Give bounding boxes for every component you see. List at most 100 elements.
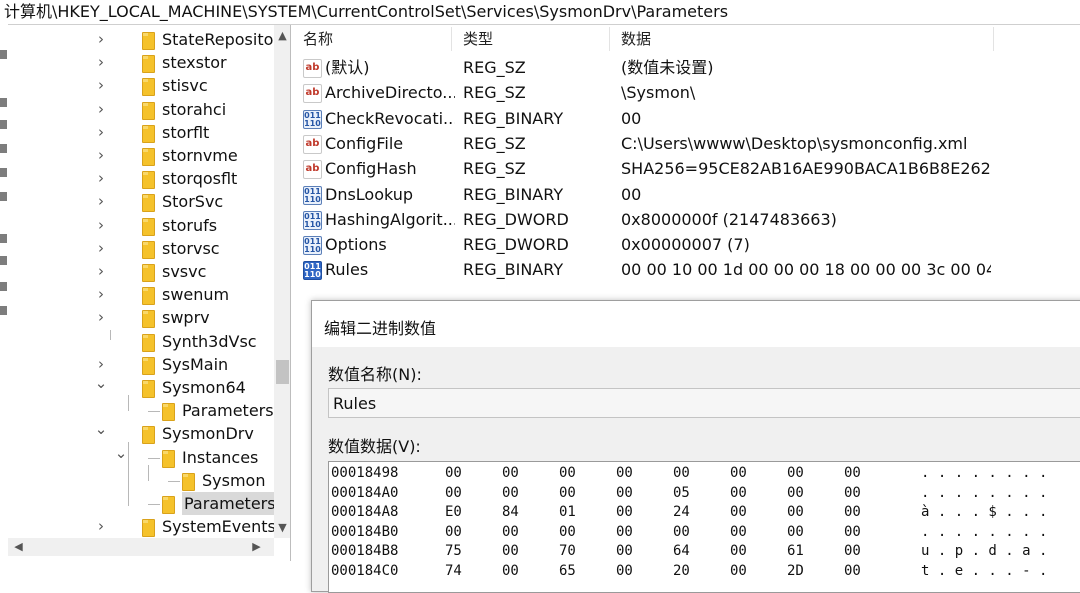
value-row[interactable]: 011 110 Options REG_DWORD 0x00000007 (7)	[293, 232, 1080, 257]
chevron-right-icon[interactable]: ›	[94, 98, 108, 121]
tree-node[interactable]: Parameters	[8, 399, 274, 422]
hex-byte[interactable]: 00	[730, 464, 747, 483]
hex-byte[interactable]: 00	[673, 523, 690, 542]
hex-byte[interactable]: 00	[502, 484, 519, 503]
tree-node[interactable]: › storufs	[8, 214, 274, 237]
tree-node[interactable]: ⌄ Instances	[8, 444, 274, 469]
hex-byte[interactable]: 00	[787, 503, 804, 522]
tree-horizontal-scrollbar[interactable]: ◀ ▶	[8, 538, 274, 556]
hex-byte[interactable]: 00	[730, 542, 747, 561]
value-row[interactable]: ab ConfigHash REG_SZ SHA256=95CE82AB16AE990…	[293, 156, 1080, 181]
hex-byte[interactable]: 84	[502, 503, 519, 522]
hex-editor[interactable]: 00018498 00 00 00 00 00 00 00 00. . . . . . . .0…	[328, 461, 1080, 593]
tree-node[interactable]: › storahci	[8, 98, 274, 121]
value-row[interactable]: ab (默认) REG_SZ (数值未设置)	[293, 55, 1080, 80]
hex-byte[interactable]: 00	[844, 523, 861, 542]
hex-byte[interactable]: 00	[616, 503, 633, 522]
hex-byte[interactable]: 70	[559, 542, 576, 561]
tree-node[interactable]: › SysMain	[8, 353, 274, 376]
hex-byte[interactable]: 00	[616, 523, 633, 542]
hex-byte[interactable]: 65	[559, 562, 576, 581]
chevron-right-icon[interactable]: ›	[94, 515, 108, 538]
hex-byte[interactable]: 00	[445, 523, 462, 542]
hex-byte[interactable]: 64	[673, 542, 690, 561]
chevron-right-icon[interactable]: ›	[94, 190, 108, 213]
tree-node[interactable]: › swprv	[8, 306, 274, 329]
hex-byte[interactable]: 00	[844, 542, 861, 561]
value-row[interactable]: ab ArchiveDirecto... REG_SZ \Sysmon\	[293, 80, 1080, 105]
tree-node[interactable]: › storflt	[8, 121, 274, 144]
value-row[interactable]: 011 110 CheckRevocati... REG_BINARY 00	[293, 106, 1080, 131]
hex-byte[interactable]: 01	[559, 503, 576, 522]
value-name-field[interactable]: Rules	[328, 388, 1080, 418]
hex-byte[interactable]: 00	[730, 484, 747, 503]
hex-byte[interactable]: 24	[673, 503, 690, 522]
hex-byte[interactable]: 00	[502, 523, 519, 542]
hex-byte[interactable]: 00	[730, 562, 747, 581]
tree-node[interactable]: › StorSvc	[8, 190, 274, 213]
hex-byte[interactable]: 00	[616, 484, 633, 503]
column-header-name[interactable]: 名称	[293, 27, 453, 51]
tree-node[interactable]: Parameters	[8, 492, 278, 515]
chevron-right-icon[interactable]: ›	[94, 144, 108, 167]
chevron-right-icon[interactable]: ›	[94, 51, 108, 74]
tree-node[interactable]: › stornvme	[8, 144, 274, 167]
hex-byte[interactable]: 00	[787, 484, 804, 503]
tree-scroll-thumb[interactable]	[276, 360, 289, 384]
hex-byte[interactable]: 00	[502, 464, 519, 483]
hex-byte[interactable]: 75	[445, 542, 462, 561]
chevron-right-icon[interactable]: ›	[94, 283, 108, 306]
hex-byte[interactable]: 00	[844, 503, 861, 522]
hex-byte[interactable]: 00	[844, 484, 861, 503]
chevron-down-icon[interactable]: ⌄	[94, 372, 108, 395]
value-row[interactable]: 011 110 Rules REG_BINARY 00 00 10 00 1d 00 …	[293, 257, 1080, 282]
column-header-type[interactable]: 类型	[453, 27, 613, 51]
hex-byte[interactable]: 00	[502, 542, 519, 561]
tree-node[interactable]: › stexstor	[8, 51, 274, 74]
chevron-right-icon[interactable]: ›	[94, 237, 108, 260]
tree-node[interactable]: ⌄ Sysmon64	[8, 374, 274, 399]
tree-vertical-scrollbar[interactable]: ▲ ▼	[274, 25, 290, 538]
hex-byte[interactable]: 00	[730, 503, 747, 522]
hex-byte[interactable]: 00	[844, 464, 861, 483]
chevron-right-icon[interactable]: ›	[94, 306, 108, 329]
hex-byte[interactable]: 00	[559, 484, 576, 503]
column-header-data[interactable]: 数据	[611, 27, 991, 51]
hex-byte[interactable]: 61	[787, 542, 804, 561]
tree-node[interactable]: Sysmon	[8, 469, 274, 492]
hex-byte[interactable]: 00	[559, 464, 576, 483]
chevron-right-icon[interactable]: ›	[94, 214, 108, 237]
hex-byte[interactable]: 00	[616, 562, 633, 581]
tree-node[interactable]: › stisvc	[8, 74, 274, 97]
hex-byte[interactable]: E0	[445, 503, 462, 522]
hex-byte[interactable]: 00	[616, 464, 633, 483]
hex-byte[interactable]: 2D	[787, 562, 804, 581]
hex-byte[interactable]: 74	[445, 562, 462, 581]
scroll-right-icon[interactable]: ▶	[248, 540, 265, 553]
tree-node[interactable]: Synth3dVsc	[8, 330, 274, 353]
tree-node[interactable]: ⌄ SysmonDrv	[8, 420, 274, 445]
hex-byte[interactable]: 00	[502, 562, 519, 581]
tree-node[interactable]: › storvsc	[8, 237, 274, 260]
chevron-down-icon[interactable]: ⌄	[94, 418, 108, 441]
chevron-right-icon[interactable]: ›	[94, 260, 108, 283]
hex-byte[interactable]: 00	[445, 484, 462, 503]
tree-node[interactable]: › SystemEvents	[8, 515, 276, 538]
hex-byte[interactable]: 00	[787, 464, 804, 483]
tree-node[interactable]: › svsvc	[8, 260, 274, 283]
chevron-right-icon[interactable]: ›	[94, 121, 108, 144]
chevron-right-icon[interactable]: ›	[94, 74, 108, 97]
hex-byte[interactable]: 00	[787, 523, 804, 542]
dialog-titlebar[interactable]: 编辑二进制数值	[312, 301, 1080, 347]
scroll-left-icon[interactable]: ◀	[10, 540, 27, 553]
address-bar[interactable]: 计算机\HKEY_LOCAL_MACHINE\SYSTEM\CurrentCon…	[0, 0, 1080, 25]
hex-byte[interactable]: 05	[673, 484, 690, 503]
tree-node[interactable]: › storqosflt	[8, 167, 274, 190]
scroll-up-icon[interactable]: ▲	[274, 29, 290, 42]
hex-byte[interactable]: 00	[730, 523, 747, 542]
hex-byte[interactable]: 00	[844, 562, 861, 581]
tree-node[interactable]: › swenum	[8, 283, 274, 306]
chevron-right-icon[interactable]: ›	[94, 167, 108, 190]
tree-node[interactable]: › StateReposito	[8, 28, 274, 51]
hex-byte[interactable]: 20	[673, 562, 690, 581]
